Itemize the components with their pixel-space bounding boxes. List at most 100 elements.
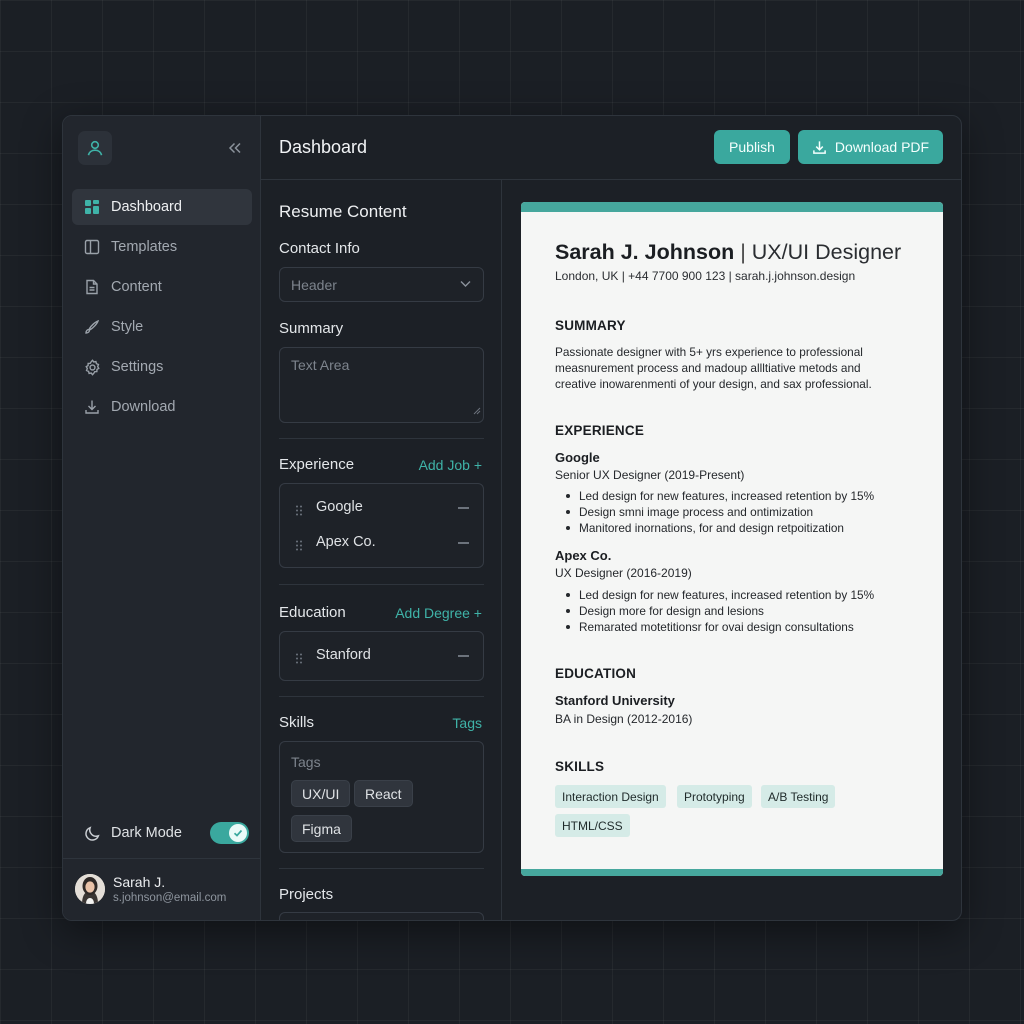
user-profile[interactable]: Sarah J. s.johnson@email.com: [63, 858, 260, 920]
remove-icon[interactable]: [458, 542, 469, 544]
job-bullet: Led design for new features, increased r…: [555, 488, 915, 504]
sidebar-item-style[interactable]: Style: [72, 309, 252, 345]
dark-mode-row: Dark Mode: [83, 821, 249, 845]
resume-contact: London, UK | +44 7700 900 123 | sarah.j.…: [555, 269, 856, 283]
sidebar-item-label: Style: [111, 319, 144, 335]
education-label: Education: [279, 604, 346, 621]
double-chevron-left-icon: [228, 142, 241, 154]
remove-icon[interactable]: [458, 655, 469, 657]
download-icon: [812, 140, 827, 155]
add-job-button[interactable]: Add Job +: [419, 457, 482, 473]
top-bar: Dashboard Publish Download PDF: [261, 116, 961, 180]
resume-preview-panel: Sarah J. Johnson | UX/UI Designer London…: [502, 180, 961, 920]
divider: [279, 584, 484, 585]
divider: [279, 438, 484, 439]
experience-heading: EXPERIENCE: [555, 423, 645, 438]
app-window: Dashboard Templates Content Style Settin…: [62, 115, 962, 921]
check-icon: [233, 829, 243, 837]
sidebar: Dashboard Templates Content Style Settin…: [63, 116, 261, 920]
school-name: Stanford University: [555, 693, 675, 708]
dark-mode-label: Dark Mode: [111, 825, 182, 841]
job-company: Apex Co.: [555, 548, 612, 563]
sidebar-item-download[interactable]: Download: [72, 389, 252, 425]
drag-handle-icon[interactable]: [295, 503, 303, 521]
sidebar-item-label: Download: [111, 399, 176, 415]
publish-button[interactable]: Publish: [714, 130, 790, 164]
job-title: Senior UX Designer (2019-Present): [555, 468, 745, 482]
sidebar-item-settings[interactable]: Settings: [72, 349, 252, 385]
summary-text: Passionate designer with 5+ yrs experien…: [555, 344, 915, 392]
degree: BA in Design (2012-2016): [555, 712, 693, 726]
skill-chip: A/B Testing: [761, 785, 836, 808]
sidebar-nav: Dashboard Templates Content Style Settin…: [72, 189, 252, 429]
job-bullet: Design smni image process and ontimizati…: [555, 504, 915, 520]
download-icon: [83, 398, 101, 416]
user-icon: [87, 140, 103, 156]
brush-icon: [83, 318, 101, 336]
grid-icon: [83, 198, 101, 216]
experience-label: Experience: [279, 456, 355, 473]
accent-bar: [521, 869, 943, 876]
experience-list: Google Apex Co.: [279, 483, 484, 568]
list-item[interactable]: Apex Co.: [280, 526, 483, 560]
toggle-knob: [229, 824, 247, 842]
drag-handle-icon[interactable]: [295, 651, 303, 669]
summary-line: Passionate designer with 5+ yrs experien…: [555, 345, 863, 359]
sidebar-item-templates[interactable]: Templates: [72, 229, 252, 265]
add-degree-button[interactable]: Add Degree +: [395, 605, 482, 621]
list-item[interactable]: Google: [280, 491, 483, 525]
collapse-sidebar-button[interactable]: [225, 138, 245, 158]
dark-mode-toggle[interactable]: [210, 822, 249, 844]
list-item-label: Stanford: [316, 647, 371, 663]
list-item-label: Apex Co.: [316, 534, 376, 550]
contact-select[interactable]: Header: [279, 267, 484, 302]
gear-icon: [83, 358, 101, 376]
page-title: Dashboard: [279, 137, 368, 157]
resume-paper: Sarah J. Johnson | UX/UI Designer London…: [521, 202, 943, 876]
summary-line: measnurement process and madoup allltiat…: [555, 361, 861, 375]
divider: [279, 868, 484, 869]
layout-icon: [83, 238, 101, 256]
remove-icon[interactable]: [458, 507, 469, 509]
contact-info-label: Contact Info: [279, 240, 360, 257]
job-bullet: Remarated motetitionsr for ovai design c…: [555, 619, 915, 635]
job-bullets: Led design for new features, increased r…: [555, 587, 915, 635]
education-list: Stanford: [279, 631, 484, 681]
job-bullet: Design more for design and lesions: [555, 603, 915, 619]
list-item[interactable]: Stanford: [280, 639, 483, 673]
user-name: Sarah J.: [113, 874, 166, 890]
skill-chip: Interaction Design: [555, 785, 666, 808]
download-pdf-label: Download PDF: [834, 139, 930, 155]
tags-link[interactable]: Tags: [452, 715, 482, 731]
drag-handle-icon[interactable]: [295, 538, 303, 556]
summary-placeholder: Text Area: [291, 357, 350, 373]
job-bullet: Led design for new features, increased r…: [555, 587, 915, 603]
skill-chip: HTML/CSS: [555, 814, 630, 837]
sidebar-item-dashboard[interactable]: Dashboard: [72, 189, 252, 225]
skills-tag-input[interactable]: Tags UX/UI React Figma: [279, 741, 484, 853]
sidebar-item-content[interactable]: Content: [72, 269, 252, 305]
divider: [279, 696, 484, 697]
resume-name-text: Sarah J. Johnson: [555, 240, 735, 264]
sidebar-item-label: Content: [111, 279, 162, 295]
job-bullets: Led design for new features, increased r…: [555, 488, 915, 536]
summary-line: creative inowarenmenti of your design, a…: [555, 377, 872, 391]
skill-tag[interactable]: UX/UI: [291, 780, 351, 807]
job-bullet: Manitored inornations, for and design re…: [555, 520, 915, 536]
download-pdf-button[interactable]: Download PDF: [798, 130, 943, 164]
sidebar-header: [63, 116, 260, 180]
resize-handle-icon[interactable]: [473, 402, 481, 420]
skills-heading: SKILLS: [555, 759, 605, 774]
sidebar-item-label: Dashboard: [111, 199, 182, 215]
summary-textarea[interactable]: Text Area: [279, 347, 484, 423]
resume-editor-panel: Resume Content Contact Info Header Summa…: [261, 180, 502, 920]
summary-heading: SUMMARY: [555, 318, 626, 333]
skill-tag[interactable]: Figma: [291, 815, 352, 842]
name-separator: |: [740, 240, 746, 264]
moon-icon: [83, 824, 101, 842]
skills-label: Skills: [279, 714, 315, 731]
profile-logo-button[interactable]: [78, 131, 112, 165]
projects-list[interactable]: [279, 912, 484, 920]
skill-tag[interactable]: React: [354, 780, 413, 807]
resume-name: Sarah J. Johnson | UX/UI Designer: [555, 240, 901, 265]
